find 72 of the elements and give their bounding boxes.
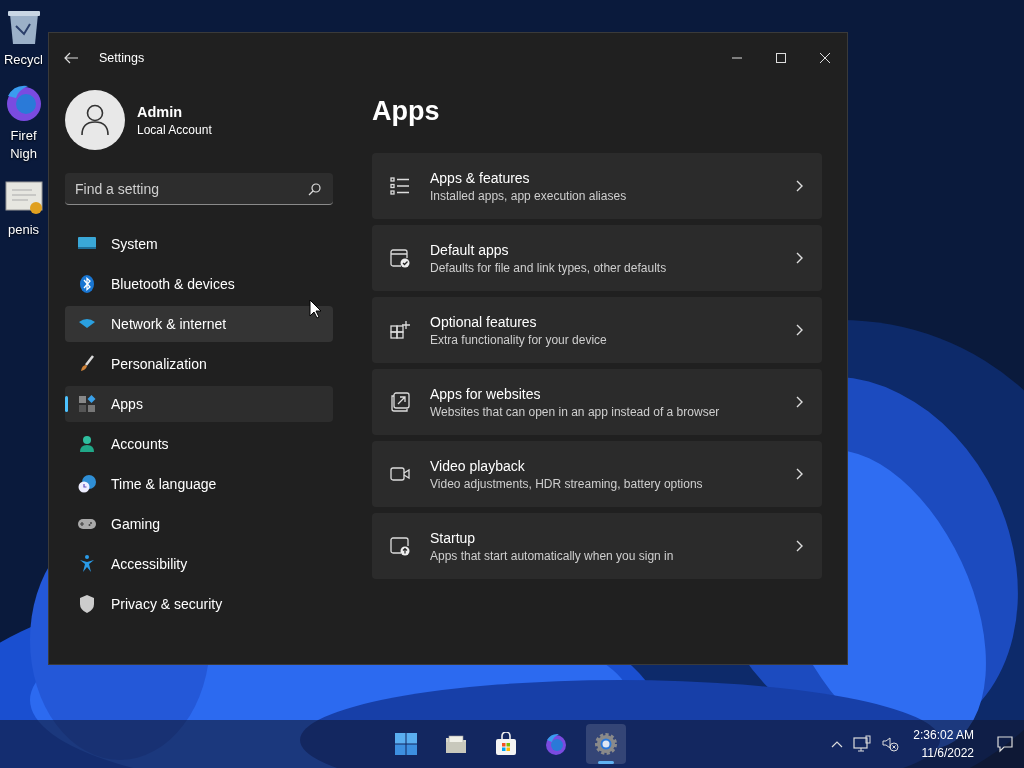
avatar[interactable]: [65, 90, 125, 150]
grid-plus-icon: [390, 320, 410, 340]
sidebar-item[interactable]: Gaming: [65, 506, 333, 542]
sidebar-item[interactable]: Accessibility: [65, 546, 333, 582]
chevron-right-icon: [796, 252, 804, 264]
sidebar-item[interactable]: Bluetooth & devices: [65, 266, 333, 302]
notification-icon: [996, 735, 1014, 753]
chevron-right-icon: [796, 540, 804, 552]
settings-card[interactable]: Optional features Extra functionality for your device: [372, 297, 822, 363]
card-description: Websites that can open in an app instead of a browser: [430, 404, 721, 419]
maximize-icon: [776, 53, 786, 63]
settings-card[interactable]: Startup Apps that start automatically when you sign in: [372, 513, 822, 579]
open-external-icon: [390, 392, 410, 412]
bluetooth-icon: [77, 274, 97, 294]
taskbar-button[interactable]: [586, 724, 626, 764]
gear-icon: [594, 732, 618, 756]
card-title: Optional features: [430, 313, 538, 330]
shield-icon: [77, 594, 97, 614]
chevron-right-icon: [796, 396, 804, 408]
desktop-icon-label[interactable]: Recycl: [4, 52, 43, 68]
cursor-icon: [309, 299, 321, 319]
window-title: Settings: [99, 51, 145, 65]
settings-card[interactable]: Apps for websites Websites that can open in an app instead of a browser: [372, 369, 822, 435]
chevron-up-icon: [831, 739, 844, 749]
sidebar-item[interactable]: Privacy & security: [65, 586, 333, 622]
startup-icon: [390, 536, 410, 556]
sidebar-item[interactable]: Time & language: [65, 466, 333, 502]
user-name: Admin: [137, 103, 184, 120]
settings-card[interactable]: Video playback Video adjustments, HDR streaming, battery options: [372, 441, 822, 507]
chevron-right-icon: [796, 468, 804, 480]
settings-card[interactable]: Default apps Defaults for file and link types, other defaults: [372, 225, 822, 291]
search-icon: [308, 183, 321, 196]
clock-time[interactable]: 2:36:02 AM: [913, 726, 974, 744]
card-description: Installed apps, app execution aliases: [430, 188, 628, 203]
sidebar-item[interactable]: Network & internet: [65, 306, 333, 342]
folder-icon: [444, 732, 468, 756]
search-field[interactable]: Find a setting: [65, 173, 333, 205]
card-title: Default apps: [430, 241, 510, 258]
apps-icon: [77, 394, 97, 414]
sidebar-item[interactable]: Apps: [65, 386, 333, 422]
card-description: Video adjustments, HDR streaming, battery options: [430, 476, 704, 491]
person-icon: [77, 434, 97, 454]
sidebar-item[interactable]: Accounts: [65, 426, 333, 462]
card-description: Extra functionality for your device: [430, 332, 608, 347]
start-icon: [394, 732, 418, 756]
clock-date[interactable]: 11/6/2022: [921, 744, 974, 762]
card-title: Apps & features: [430, 169, 531, 186]
desktop-icon-label[interactable]: Nigh: [10, 146, 37, 162]
chevron-right-icon: [796, 324, 804, 336]
account-type: Local Account: [137, 122, 212, 137]
speaker-muted-icon: [881, 735, 900, 753]
list-icon: [390, 176, 410, 196]
sidebar-item[interactable]: Personalization: [65, 346, 333, 382]
card-title: Video playback: [430, 457, 526, 474]
card-title: Startup: [430, 529, 477, 546]
clock-globe-icon: [77, 474, 97, 494]
video-camera-icon: [390, 464, 410, 484]
network-icon: [853, 735, 872, 753]
settings-card[interactable]: Apps & features Installed apps, app execution aliases: [372, 153, 822, 219]
desktop-icon-label[interactable]: penis: [7, 222, 40, 238]
close-icon: [820, 53, 830, 63]
card-title: Apps for websites: [430, 385, 542, 402]
back-arrow-icon: [63, 50, 79, 66]
sidebar-item[interactable]: System: [65, 226, 333, 262]
store-icon: [494, 732, 518, 756]
page-title: Apps: [372, 96, 441, 127]
desktop-icon-label[interactable]: Firef: [10, 128, 37, 144]
browser-globe-icon: [544, 732, 568, 756]
window-check-icon: [390, 248, 410, 268]
chevron-right-icon: [796, 180, 804, 192]
card-description: Apps that start automatically when you sign in: [430, 548, 675, 563]
card-description: Defaults for file and link types, other defaults: [430, 260, 668, 275]
